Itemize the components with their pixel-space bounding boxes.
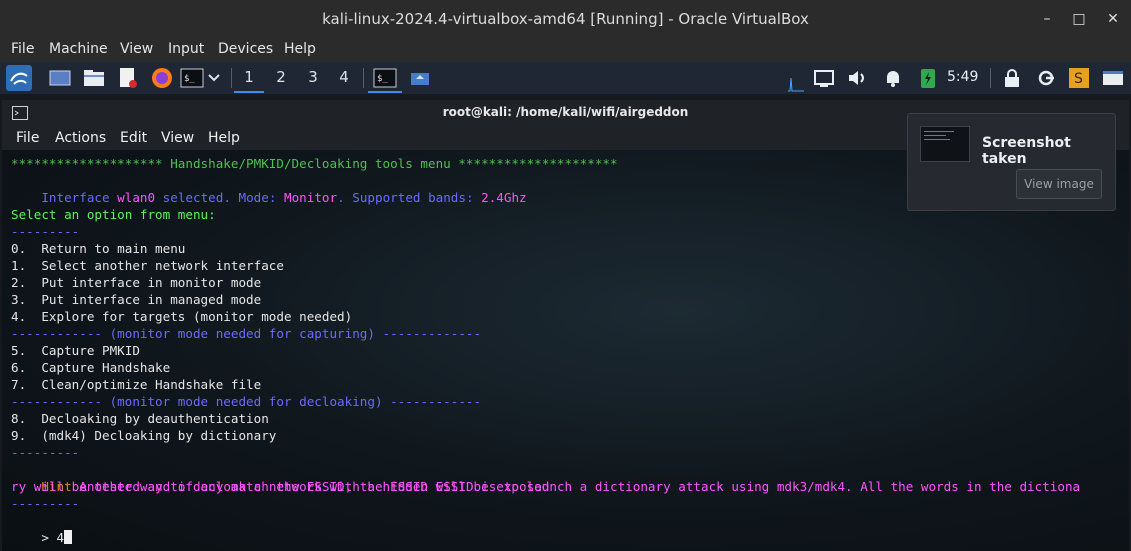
menu-option-3: 3. Put interface in managed mode: [11, 292, 262, 307]
virtualbox-menu-bar: File Machine View Input Devices Help: [0, 38, 1131, 62]
workspace-1[interactable]: 1: [237, 68, 261, 86]
svg-text:$_: $_: [184, 74, 195, 84]
panel-clock[interactable]: 5:49: [947, 69, 978, 85]
close-button[interactable]: ✕: [1102, 8, 1124, 30]
window-title: kali-linux-2024.4-virtualbox-amd64 [Runn…: [322, 10, 809, 28]
separator-line: ---------: [11, 445, 80, 460]
decloak-section-separator: ------------ (monitor mode needed for de…: [11, 394, 482, 409]
screenshot-notification: Screenshot taken View image: [907, 113, 1116, 211]
menu-option-4: 4. Explore for targets (monitor mode nee…: [11, 309, 353, 324]
panel-separator: [363, 68, 364, 88]
workspace-3[interactable]: 3: [301, 68, 325, 86]
logout-icon[interactable]: [1034, 66, 1058, 90]
terminal-menu-edit[interactable]: Edit: [120, 130, 147, 146]
menu-header-line: ******************** Handshake/PMKID/Dec…: [11, 156, 618, 171]
menu-devices[interactable]: Devices: [218, 41, 273, 57]
menu-option-0: 0. Return to main menu: [11, 241, 186, 256]
kali-menu-icon[interactable]: [6, 65, 32, 91]
terminal-menu-actions[interactable]: Actions: [55, 130, 106, 146]
select-option-line: Select an option from menu:: [11, 207, 216, 222]
maximize-button[interactable]: □: [1068, 8, 1090, 30]
notification-title: Screenshot taken: [982, 135, 1071, 167]
notifications-icon[interactable]: [881, 66, 905, 90]
active-task-indicator: [368, 91, 402, 93]
show-desktop-icon[interactable]: [1101, 66, 1125, 90]
network-icon[interactable]: [812, 66, 836, 90]
home-folder-task-icon[interactable]: [408, 66, 432, 90]
terminal-menu-view[interactable]: View: [161, 130, 194, 146]
text-editor-icon[interactable]: [116, 66, 140, 90]
capture-section-separator: ------------ (monitor mode needed for ca…: [11, 326, 482, 341]
terminal-task-icon[interactable]: $_: [373, 66, 397, 90]
text-cursor: [64, 530, 73, 544]
workspace-2[interactable]: 2: [269, 68, 293, 86]
cpu-graph: [788, 76, 804, 92]
menu-view[interactable]: View: [120, 41, 153, 57]
workspace-4[interactable]: 4: [332, 68, 356, 86]
menu-option-9: 9. (mdk4) Decloaking by dictionary: [11, 428, 277, 443]
firefox-icon[interactable]: [150, 66, 174, 90]
menu-file[interactable]: File: [11, 41, 34, 57]
screenshot-tool-icon[interactable]: S: [1067, 66, 1091, 90]
prompt-input[interactable]: 4: [57, 530, 65, 545]
svg-text:S: S: [1074, 71, 1083, 87]
minimize-button[interactable]: –: [1036, 8, 1058, 30]
virtualbox-title-bar: kali-linux-2024.4-virtualbox-amd64 [Runn…: [0, 0, 1131, 38]
menu-option-8: 8. Decloaking by deauthentication: [11, 411, 269, 426]
active-workspace-indicator: [234, 91, 264, 93]
menu-machine[interactable]: Machine: [49, 41, 108, 57]
desktop-icon[interactable]: [48, 66, 72, 90]
battery-icon: [916, 66, 940, 90]
hint-line-continued: ry will be tested and if any match the E…: [11, 479, 550, 494]
panel-separator: [231, 68, 232, 88]
svg-text:$_: $_: [377, 74, 388, 84]
lock-icon[interactable]: [1000, 66, 1024, 90]
menu-input[interactable]: Input: [168, 41, 204, 57]
separator-line: ---------: [11, 224, 80, 239]
prompt-symbol: >: [41, 530, 57, 545]
menu-option-7: 7. Clean/optimize Handshake file: [11, 377, 262, 392]
files-icon[interactable]: [82, 66, 106, 90]
menu-option-6: 6. Capture Handshake: [11, 360, 171, 375]
terminal-menu-help[interactable]: Help: [208, 130, 240, 146]
terminal-menu-file[interactable]: File: [16, 130, 39, 146]
menu-option-1: 1. Select another network interface: [11, 258, 284, 273]
panel-separator: [990, 68, 991, 88]
menu-help[interactable]: Help: [284, 41, 316, 57]
kali-panel: $_ 1 2 3 4 $_ 5:49 S: [0, 62, 1131, 94]
menu-option-2: 2. Put interface in monitor mode: [11, 275, 262, 290]
separator-line: ---------: [11, 496, 80, 511]
volume-icon[interactable]: [846, 66, 870, 90]
chevron-down-icon[interactable]: [206, 68, 230, 92]
view-image-button[interactable]: View image: [1016, 169, 1102, 199]
terminal-icon[interactable]: $_: [180, 66, 204, 90]
menu-option-5: 5. Capture PMKID: [11, 343, 140, 358]
command-prompt-line[interactable]: > 4: [11, 512, 73, 551]
screenshot-thumbnail[interactable]: [920, 126, 970, 162]
